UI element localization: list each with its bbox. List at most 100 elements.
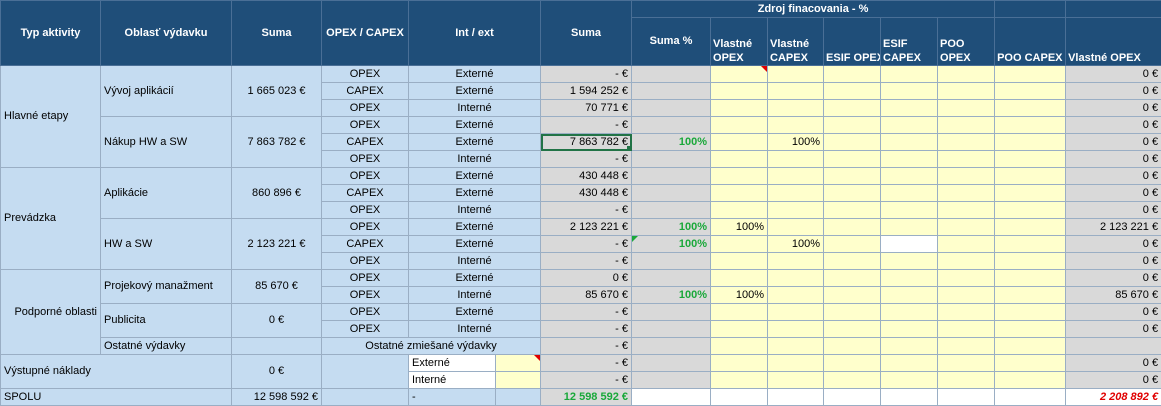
poo-opex-cell[interactable] [937, 184, 996, 202]
col-header-esif-opex[interactable]: ESIF OPEX [823, 17, 882, 66]
esif-opex-cell[interactable] [823, 252, 882, 270]
pct-cell[interactable] [631, 99, 712, 117]
vlastne-opex-total-cell[interactable]: 0 € [1065, 320, 1161, 338]
esif-capex-cell[interactable] [880, 201, 939, 219]
type-cell[interactable]: OPEX [321, 286, 409, 304]
vlastne-capex-cell[interactable] [767, 167, 825, 185]
area-sum[interactable]: 0 € [231, 354, 322, 389]
int-ext-value-cell[interactable] [494, 371, 542, 389]
vlastne-capex-cell[interactable] [767, 218, 825, 236]
total-vlastne-opex[interactable] [710, 388, 769, 406]
vlastne-capex-cell[interactable]: 100% [767, 235, 825, 253]
sum-cell[interactable]: - € [540, 65, 633, 83]
pct-cell[interactable] [631, 150, 712, 168]
type-cell[interactable]: OPEX [321, 65, 409, 83]
vlastne-opex-total-cell[interactable]: 0 € [1065, 65, 1161, 83]
esif-capex-cell[interactable] [880, 371, 939, 389]
poo-capex-cell[interactable] [994, 201, 1067, 219]
total-poo-capex[interactable] [994, 388, 1067, 406]
poo-opex-cell[interactable] [937, 150, 996, 168]
type-cell[interactable]: CAPEX [321, 82, 409, 100]
esif-opex-cell[interactable] [823, 184, 882, 202]
area-sum[interactable]: 0 € [231, 303, 322, 338]
type-cell[interactable] [321, 354, 409, 389]
vlastne-opex-cell[interactable] [710, 252, 769, 270]
esif-opex-cell[interactable] [823, 337, 882, 355]
vlastne-opex-cell[interactable]: 100% [710, 286, 769, 304]
pct-cell[interactable] [631, 371, 712, 389]
poo-capex-cell[interactable] [994, 337, 1067, 355]
sum-cell[interactable]: - € [540, 337, 633, 355]
esif-capex-cell[interactable] [880, 184, 939, 202]
type-cell[interactable]: OPEX [321, 201, 409, 219]
vlastne-opex-total-cell[interactable]: 0 € [1065, 82, 1161, 100]
pct-cell[interactable] [631, 82, 712, 100]
poo-opex-cell[interactable] [937, 303, 996, 321]
type-cell[interactable]: CAPEX [321, 235, 409, 253]
int-ext-cell[interactable]: Externé [407, 218, 542, 236]
esif-opex-cell[interactable] [823, 235, 882, 253]
vlastne-opex-total-cell[interactable]: 0 € [1065, 269, 1161, 287]
sum-cell[interactable]: - € [540, 320, 633, 338]
vlastne-opex-total-cell[interactable]: 0 € [1065, 371, 1161, 389]
int-ext-cell[interactable]: Externé [407, 269, 542, 287]
vlastne-opex-total-cell[interactable]: 0 € [1065, 150, 1161, 168]
esif-capex-cell[interactable] [880, 167, 939, 185]
poo-opex-cell[interactable] [937, 82, 996, 100]
poo-capex-cell[interactable] [994, 184, 1067, 202]
poo-opex-cell[interactable] [937, 116, 996, 134]
total-vlastne-capex[interactable] [767, 388, 825, 406]
vlastne-opex-cell[interactable] [710, 133, 769, 151]
vlastne-capex-cell[interactable] [767, 269, 825, 287]
poo-opex-cell[interactable] [937, 133, 996, 151]
col-header-poo-opex[interactable]: POO OPEX [937, 17, 996, 66]
poo-capex-cell[interactable] [994, 371, 1067, 389]
type-cell[interactable]: OPEX [321, 218, 409, 236]
esif-capex-cell[interactable] [880, 235, 939, 253]
int-ext-cell[interactable]: Externé [407, 116, 542, 134]
poo-capex-cell[interactable] [994, 235, 1067, 253]
pct-cell[interactable] [631, 116, 712, 134]
esif-capex-cell[interactable] [880, 269, 939, 287]
esif-capex-cell[interactable] [880, 218, 939, 236]
esif-opex-cell[interactable] [823, 82, 882, 100]
col-header-vlastne-opex-2[interactable]: Vlastné OPEX [1065, 17, 1161, 66]
pct-cell[interactable] [631, 252, 712, 270]
vlastne-opex-total-cell[interactable]: 0 € [1065, 235, 1161, 253]
vlastne-opex-cell[interactable] [710, 269, 769, 287]
esif-opex-cell[interactable] [823, 150, 882, 168]
col-header-opex-capex[interactable]: OPEX / CAPEX [321, 0, 409, 66]
poo-opex-cell[interactable] [937, 337, 996, 355]
poo-capex-cell[interactable] [994, 99, 1067, 117]
vlastne-opex-cell[interactable] [710, 354, 769, 372]
vlastne-capex-cell[interactable] [767, 116, 825, 134]
total-vlastne-opex-sum[interactable]: 2 208 892 € [1065, 388, 1161, 406]
vlastne-opex-cell[interactable] [710, 150, 769, 168]
group-hlavne-etapy[interactable]: Hlavné etapy [0, 65, 101, 168]
pct-cell[interactable] [631, 337, 712, 355]
esif-opex-cell[interactable] [823, 320, 882, 338]
poo-opex-cell[interactable] [937, 286, 996, 304]
pct-cell[interactable]: 100% [631, 286, 712, 304]
area-sum[interactable] [231, 337, 322, 355]
col-header-esif-capex[interactable]: ESIF CAPEX [880, 17, 939, 66]
col-header-zdroj[interactable]: Zdroj finacovania - % [631, 0, 996, 18]
pct-cell[interactable] [631, 269, 712, 287]
area-hw-sw[interactable]: HW a SW [100, 218, 232, 270]
esif-opex-cell[interactable] [823, 201, 882, 219]
vlastne-opex-cell[interactable] [710, 116, 769, 134]
total-esif-capex[interactable] [880, 388, 939, 406]
pct-cell[interactable] [631, 320, 712, 338]
vlastne-opex-total-cell[interactable]: 0 € [1065, 167, 1161, 185]
int-ext-cell[interactable]: Externé [407, 133, 542, 151]
pct-cell[interactable] [631, 303, 712, 321]
area-sum[interactable]: 7 863 782 € [231, 116, 322, 168]
poo-capex-cell[interactable] [994, 150, 1067, 168]
vlastne-opex-total-cell[interactable]: 2 123 221 € [1065, 218, 1161, 236]
esif-capex-cell[interactable] [880, 252, 939, 270]
esif-capex-cell[interactable] [880, 286, 939, 304]
vlastne-opex-cell[interactable]: 100% [710, 218, 769, 236]
vlastne-capex-cell[interactable] [767, 303, 825, 321]
poo-opex-cell[interactable] [937, 252, 996, 270]
vlastne-opex-cell[interactable] [710, 82, 769, 100]
